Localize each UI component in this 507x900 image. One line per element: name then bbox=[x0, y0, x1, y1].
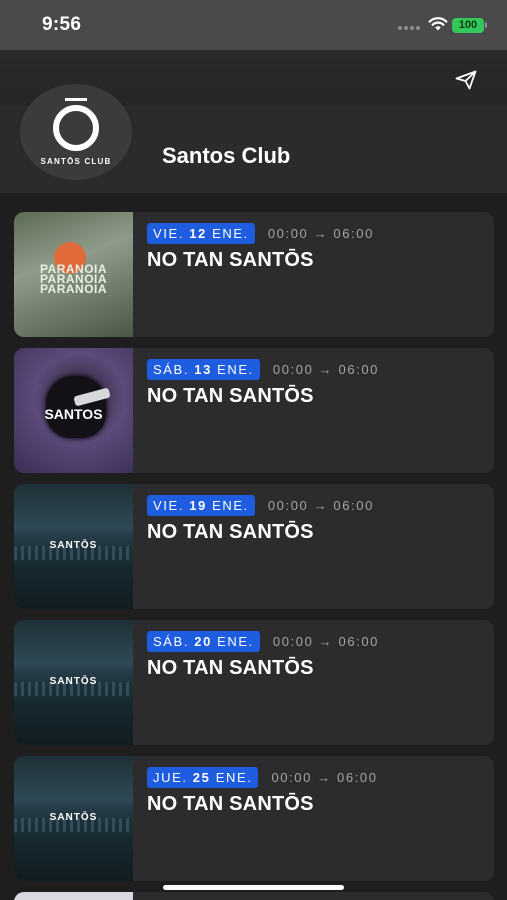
month: ENE. bbox=[217, 633, 254, 649]
day-number: 25 bbox=[192, 769, 211, 785]
date-row: SÁB. 13 ENE. 00:00 → 06:00 bbox=[147, 358, 487, 380]
time-range: 00:00 → 06:00 bbox=[268, 498, 374, 513]
event-poster-image: SANTOS bbox=[14, 348, 133, 473]
event-list: PARANOIA PARANOIA PARANOIA VIE. 12 ENE. … bbox=[14, 212, 494, 892]
event-info: VIE. 19 ENE. 00:00 → 06:00 NO TAN SANTŌS bbox=[147, 494, 487, 544]
arrow-icon: → bbox=[318, 361, 334, 377]
app-screen: 9:56 100 SANTŌS CLUB Santos Club PARANOI… bbox=[0, 0, 507, 900]
date-row: JUE. 25 ENE. 00:00 → 06:00 bbox=[147, 766, 487, 788]
event-card-partial[interactable] bbox=[14, 892, 494, 900]
date-badge: JUE. 25 ENE. bbox=[147, 766, 259, 788]
event-title: NO TAN SANTŌS bbox=[147, 657, 314, 679]
day-number: 13 bbox=[194, 361, 212, 377]
time-range: 00:00 → 06:00 bbox=[273, 362, 379, 377]
date-badge: SÁB. 13 ENE. bbox=[147, 358, 260, 380]
time-start: 00:00 bbox=[272, 633, 314, 649]
status-time: 9:56 bbox=[42, 14, 82, 35]
time-range: 00:00 → 06:00 bbox=[268, 226, 374, 241]
home-indicator[interactable] bbox=[163, 885, 344, 890]
cellular-signal-icon bbox=[398, 26, 420, 30]
day-number: 20 bbox=[194, 633, 212, 649]
wifi-icon bbox=[428, 17, 448, 31]
logo-ring bbox=[53, 105, 99, 151]
time-end: 06:00 bbox=[333, 225, 374, 241]
weekday: VIE. bbox=[153, 497, 184, 513]
month: ENE. bbox=[215, 769, 253, 785]
event-poster-image: SANTŌS bbox=[14, 484, 133, 609]
date-badge: SÁB. 20 ENE. bbox=[147, 630, 260, 652]
event-title: NO TAN SANTŌS bbox=[147, 793, 314, 815]
month: ENE. bbox=[212, 225, 249, 241]
event-card[interactable]: PARANOIA PARANOIA PARANOIA VIE. 12 ENE. … bbox=[14, 212, 494, 337]
event-card[interactable]: SANTŌS JUE. 25 ENE. 00:00 → 06:00 NO TAN… bbox=[14, 756, 494, 881]
arrow-icon: → bbox=[313, 225, 329, 241]
date-badge: VIE. 12 ENE. bbox=[147, 222, 255, 244]
event-title: NO TAN SANTŌS bbox=[147, 249, 314, 271]
status-bar: 9:56 100 bbox=[0, 0, 507, 50]
event-info: VIE. 12 ENE. 00:00 → 06:00 NO TAN SANTŌS bbox=[147, 222, 487, 272]
time-range: 00:00 → 06:00 bbox=[271, 770, 377, 785]
time-start: 00:00 bbox=[267, 225, 309, 241]
time-range: 00:00 → 06:00 bbox=[273, 634, 379, 649]
poster-title: PARANOIA bbox=[39, 282, 108, 296]
weekday: SÁB. bbox=[153, 633, 190, 649]
date-row: VIE. 12 ENE. 00:00 → 06:00 bbox=[147, 222, 487, 244]
send-icon bbox=[455, 70, 477, 90]
poster-title: SANTŌS bbox=[49, 676, 98, 687]
event-poster-image: PARANOIA PARANOIA PARANOIA bbox=[14, 212, 133, 337]
event-poster-image bbox=[14, 892, 133, 900]
time-end: 06:00 bbox=[337, 769, 378, 785]
club-name: Santos Club bbox=[162, 143, 291, 168]
event-info: SÁB. 20 ENE. 00:00 → 06:00 NO TAN SANTŌS bbox=[147, 630, 487, 680]
club-logo-avatar: SANTŌS CLUB bbox=[20, 84, 132, 180]
date-row: SÁB. 20 ENE. 00:00 → 06:00 bbox=[147, 630, 487, 652]
weekday: VIE. bbox=[153, 225, 184, 241]
date-row: VIE. 19 ENE. 00:00 → 06:00 bbox=[147, 494, 487, 516]
battery-nub bbox=[485, 22, 487, 28]
weekday: JUE. bbox=[153, 769, 188, 785]
date-badge: VIE. 19 ENE. bbox=[147, 494, 255, 516]
event-poster-image: SANTŌS bbox=[14, 756, 133, 881]
poster-title: SANTŌS bbox=[49, 812, 98, 823]
arrow-icon: → bbox=[313, 497, 329, 513]
poster-title: SANTOS bbox=[44, 406, 103, 422]
time-start: 00:00 bbox=[271, 769, 312, 785]
event-poster-image: SANTŌS bbox=[14, 620, 133, 745]
share-button[interactable] bbox=[453, 67, 479, 93]
event-card[interactable]: SANTOS SÁB. 13 ENE. 00:00 → 06:00 NO TAN… bbox=[14, 348, 494, 473]
logo-macron bbox=[65, 98, 87, 101]
event-card[interactable]: SANTŌS VIE. 19 ENE. 00:00 → 06:00 NO TAN… bbox=[14, 484, 494, 609]
month: ENE. bbox=[217, 361, 254, 377]
month: ENE. bbox=[212, 497, 249, 513]
time-start: 00:00 bbox=[267, 497, 309, 513]
time-end: 06:00 bbox=[338, 361, 380, 377]
day-number: 19 bbox=[189, 497, 207, 513]
event-title: NO TAN SANTŌS bbox=[147, 521, 314, 543]
poster-title: SANTŌS bbox=[49, 540, 98, 551]
arrow-icon: → bbox=[317, 769, 332, 785]
weekday: SÁB. bbox=[153, 361, 190, 377]
time-start: 00:00 bbox=[272, 361, 314, 377]
event-card[interactable]: SANTŌS SÁB. 20 ENE. 00:00 → 06:00 NO TAN… bbox=[14, 620, 494, 745]
battery-indicator: 100 bbox=[452, 18, 484, 33]
logo-text: SANTŌS CLUB bbox=[40, 157, 112, 166]
event-info: JUE. 25 ENE. 00:00 → 06:00 NO TAN SANTŌS bbox=[147, 766, 487, 816]
event-info: SÁB. 13 ENE. 00:00 → 06:00 NO TAN SANTŌS bbox=[147, 358, 487, 408]
time-end: 06:00 bbox=[333, 497, 374, 513]
time-end: 06:00 bbox=[338, 633, 380, 649]
day-number: 12 bbox=[189, 225, 207, 241]
event-title: NO TAN SANTŌS bbox=[147, 385, 314, 407]
arrow-icon: → bbox=[318, 633, 334, 649]
